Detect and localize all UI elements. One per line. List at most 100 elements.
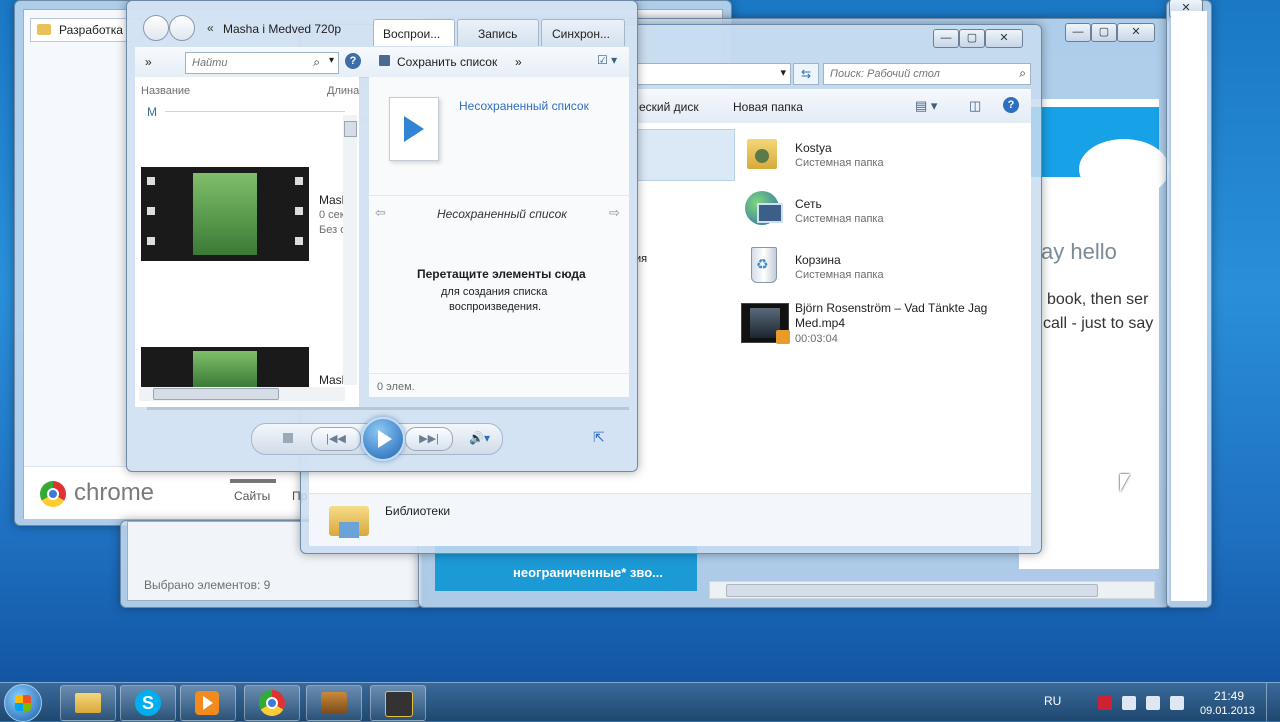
new-folder-button[interactable]: Новая папка [733,100,803,114]
flag-icon[interactable] [1098,696,1112,710]
disk-command[interactable]: еский диск [639,100,699,114]
save-icon [379,55,390,66]
scrollbar-thumb[interactable] [153,388,279,400]
status-text: Выбрано элементов: 9 [144,578,271,592]
vertical-scrollbar[interactable] [343,115,357,385]
show-desktop-button[interactable] [1266,683,1280,721]
language-indicator[interactable]: RU [1044,694,1061,708]
clock-time[interactable]: 21:49 [1214,689,1244,703]
group-letter: M [147,105,157,119]
skype-icon: S [135,690,161,716]
next-button[interactable]: ▶▶| [405,427,453,451]
tab-sync[interactable]: Синхрон... [541,19,625,46]
windows-logo-icon [15,695,31,711]
item-name: Kostya [795,141,832,155]
forward-button[interactable] [169,15,195,41]
network-tray-icon[interactable] [1146,696,1160,710]
taskbar-explorer[interactable] [60,685,116,721]
horizontal-scrollbar[interactable] [139,387,345,401]
col-length-header[interactable]: Длина [327,85,359,97]
libraries-row[interactable]: Библиотеки [309,493,1031,546]
play-icon [378,430,392,448]
tab-sync-label: Синхрон... [552,27,610,41]
tab-play[interactable]: Воспрои... [373,19,455,46]
drag-sub-1: для создания списка [441,286,548,298]
library-title[interactable]: Masha i Medved 720p [223,22,341,36]
refresh-button[interactable]: ⇆ [793,63,819,85]
minimize-button[interactable]: — [933,29,959,48]
video-thumbnail[interactable] [141,167,309,261]
nav-selection[interactable] [635,129,735,181]
search-icon[interactable]: ⌕ [313,55,320,70]
list-item-video[interactable]: Björn Rosenström – Vad Tänkte Jag Med.mp… [739,297,1029,357]
clock-date[interactable]: 09.01.2013 [1200,705,1255,717]
address-bar[interactable]: ▾ [637,63,791,85]
search-icon[interactable]: ⌕ [1019,66,1026,81]
item-desc: Системная папка [795,157,884,169]
close-button[interactable]: ✕ [1117,23,1155,42]
chrome-label: chrome [74,479,155,506]
chevron-down-icon[interactable]: ▾ [780,66,786,79]
back-button[interactable] [143,15,169,41]
network-icon [743,187,783,227]
help-icon[interactable]: ? [1003,97,1019,113]
taskbar-skype[interactable]: S [120,685,176,721]
item-name: Корзина [795,253,841,267]
address-item-label: Разработка [59,23,123,37]
more-chevron-icon[interactable]: » [515,55,522,69]
help-icon[interactable]: ? [345,53,361,69]
start-button[interactable] [4,684,42,722]
list-item-recycle-bin[interactable]: ♻ Корзина Системная папка [739,241,1019,291]
outer-window[interactable]: ✕ [1166,0,1212,608]
taskbar-hypercam[interactable] [370,685,426,721]
unsaved-list-title[interactable]: Несохраненный список [459,99,589,113]
volume-tray-icon[interactable] [1170,696,1184,710]
wmp-search-box[interactable]: ⌕ ▾ [185,52,339,74]
close-button[interactable]: ✕ [985,29,1023,48]
app-icon [321,692,347,714]
chevron-down-icon[interactable]: ▾ [329,55,334,66]
tab-burn[interactable]: Запись [457,19,539,46]
clipboard-icon[interactable] [1122,696,1136,710]
seek-bar[interactable] [147,407,629,410]
recycle-bin-icon: ♻ [743,243,783,283]
save-list-button[interactable]: Сохранить список [397,55,497,69]
preview-pane-icon[interactable]: ◫ [969,98,981,114]
next-list-icon[interactable]: ⇨ [609,205,620,221]
folder-icon [37,24,51,35]
maximize-button[interactable]: ▢ [959,29,985,48]
library-pane: Название Длина M Masha 0 сек. Без ои Mas… [135,77,359,407]
hypercam-icon [385,691,413,717]
refresh-icon: ⇆ [800,67,812,81]
close-icon: ✕ [1131,26,1141,38]
playlist-icon [389,97,439,161]
list-options-icon[interactable]: ☑ ▾ [597,53,617,67]
taskbar-app-5[interactable] [306,685,362,721]
prev-list-icon[interactable]: ⇦ [375,205,386,221]
list-item-kostya[interactable]: Kostya Системная папка [739,129,1019,179]
video-thumbnail[interactable] [141,347,309,387]
tab-sites[interactable]: Сайты [234,489,270,503]
more-chevron-icon[interactable]: » [145,55,152,69]
col-name-header[interactable]: Название [141,85,190,97]
search-input[interactable] [828,65,1012,83]
list-item-network[interactable]: Сеть Системная папка [739,185,1019,235]
horizontal-scrollbar[interactable] [709,581,1155,599]
wmp-search-input[interactable] [190,54,304,72]
scrollbar-thumb[interactable] [344,121,357,137]
previous-button[interactable]: |◀◀ [311,427,361,451]
media-player-window[interactable]: « Masha i Medved 720p Воспрои... Запись … [126,0,638,472]
maximize-button[interactable]: ▢ [1091,23,1117,42]
play-button[interactable] [361,417,405,461]
view-options-icon[interactable]: ▤ ▾ [915,98,937,114]
scrollbar-thumb[interactable] [726,584,1098,597]
breadcrumb-chevron-icon: « [207,21,214,35]
taskbar-chrome[interactable] [244,685,300,721]
video-file-icon [741,303,790,344]
minimize-button[interactable]: — [1065,23,1091,42]
switch-view-icon[interactable]: ⇱ [593,429,605,446]
search-box[interactable]: ⌕ [823,63,1031,85]
stop-button[interactable] [283,433,293,443]
volume-icon[interactable]: 🔊▾ [469,431,490,445]
taskbar-media-player[interactable] [180,685,236,721]
